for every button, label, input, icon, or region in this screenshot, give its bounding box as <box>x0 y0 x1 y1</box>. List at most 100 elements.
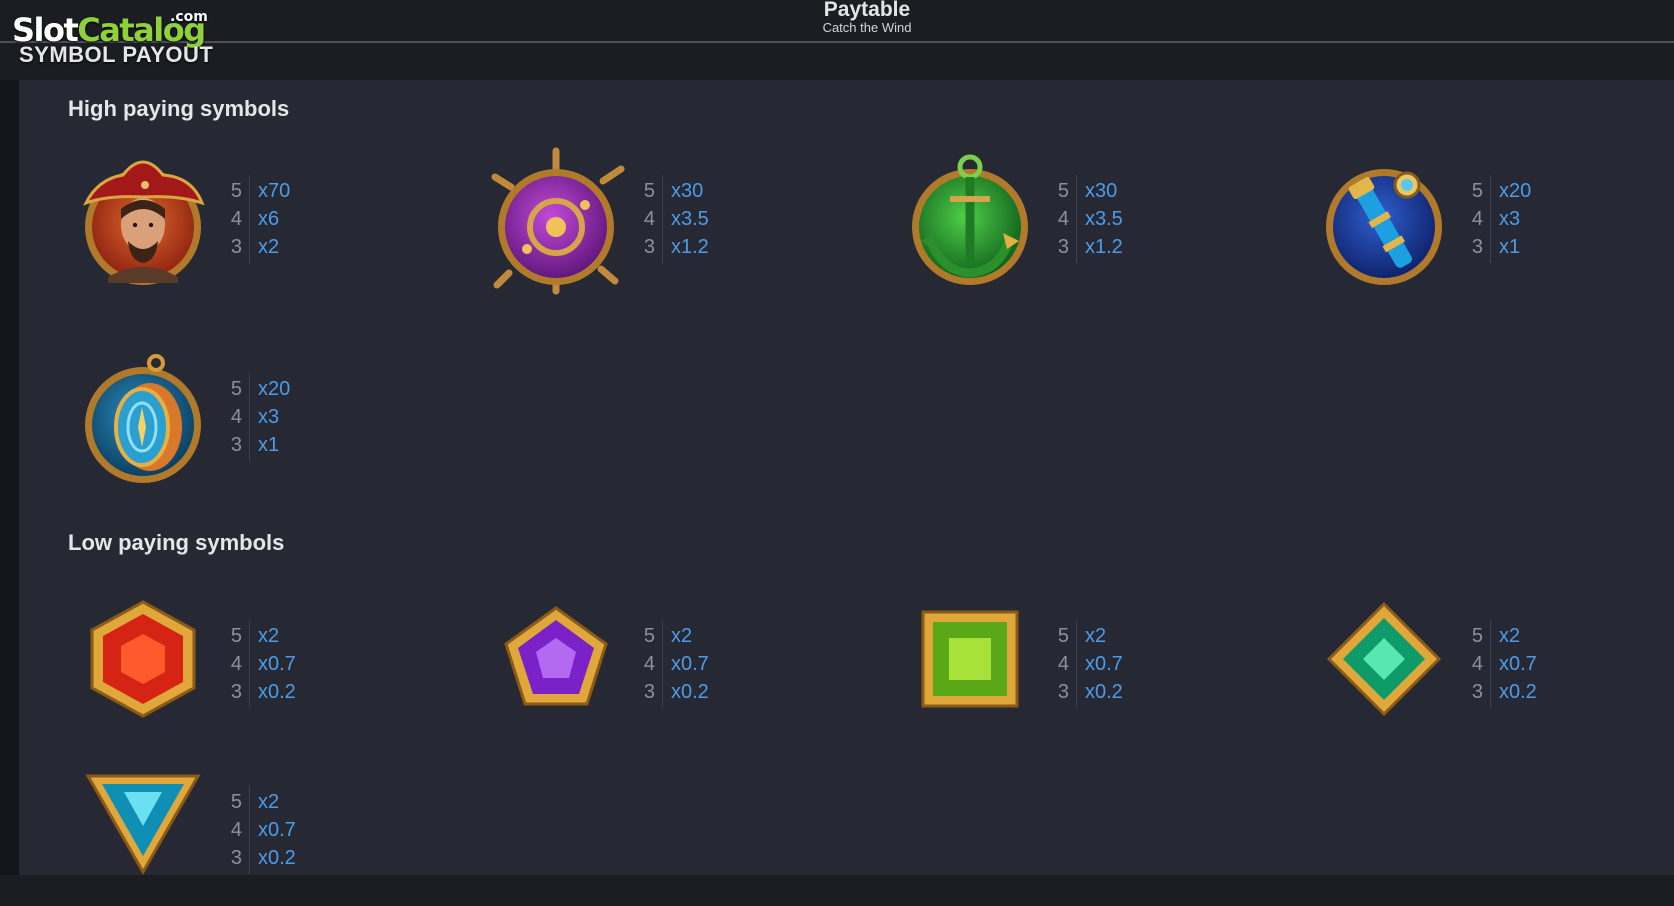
top-bar: SlotCatalog .com Paytable Catch the Wind <box>0 0 1674 46</box>
symbol-count: 4 <box>1057 653 1069 675</box>
payout-multiplier: x1.2 <box>671 236 709 258</box>
low-symbol-2: 5 x2 4 x0.7 3 x0.2 <box>481 590 881 740</box>
payout-multiplier: x0.7 <box>258 819 296 841</box>
symbol-count: 4 <box>1471 653 1483 675</box>
symbol-count: 3 <box>643 236 655 258</box>
high-symbol-5: 5 x20 4 x3 3 x1 <box>68 343 468 493</box>
divider <box>1490 676 1491 708</box>
payout-multiplier: x0.2 <box>671 681 709 703</box>
low-symbol-4: 5 x2 4 x0.7 3 x0.2 <box>1309 590 1674 740</box>
divider <box>662 676 663 708</box>
game-name: Catch the Wind <box>822 20 912 35</box>
high-symbol-4: 5 x20 4 x3 3 x1 <box>1309 145 1674 295</box>
symbol-count: 4 <box>230 653 242 675</box>
payout-multiplier: x70 <box>258 180 291 202</box>
payout-multiplier: x2 <box>1499 625 1521 647</box>
payout-multiplier: x30 <box>671 180 704 202</box>
payout-table: 5 x30 4 x3.5 3 x1.2 <box>631 175 831 267</box>
symbol-count: 5 <box>230 180 242 202</box>
low-symbol-1: 5 x2 4 x0.7 3 x0.2 <box>68 590 468 740</box>
symbol-count: 5 <box>1057 180 1069 202</box>
pirate-captain-icon <box>68 145 218 295</box>
symbol-count: 5 <box>1471 180 1483 202</box>
low-symbol-3: 5 x2 4 x0.7 3 x0.2 <box>895 590 1295 740</box>
symbol-count: 4 <box>643 208 655 230</box>
payout-table: 5 x2 4 x0.7 3 x0.2 <box>218 620 418 712</box>
high-paying-heading: High paying symbols <box>68 96 290 121</box>
symbol-count: 4 <box>1471 208 1483 230</box>
divider <box>249 676 250 708</box>
payout-multiplier: x1 <box>1499 236 1521 258</box>
symbol-count: 5 <box>230 625 242 647</box>
green-square-gem-icon <box>895 590 1045 740</box>
payout-multiplier: x0.2 <box>258 681 296 703</box>
payout-table: 5 x20 4 x3 3 x1 <box>1459 175 1659 267</box>
symbol-count: 3 <box>230 847 242 869</box>
low-symbol-5: 5 x2 4 x0.7 3 x0.2 <box>68 756 468 906</box>
payout-multiplier: x2 <box>258 625 280 647</box>
divider <box>249 842 250 874</box>
payout-multiplier: x2 <box>258 791 280 813</box>
low-paying-heading: Low paying symbols <box>68 530 285 555</box>
payout-multiplier: x30 <box>1085 180 1118 202</box>
symbol-count: 4 <box>230 208 242 230</box>
symbol-count: 4 <box>230 819 242 841</box>
symbol-count: 3 <box>230 236 242 258</box>
symbol-count: 4 <box>230 406 242 428</box>
payout-table: 5 x2 4 x0.7 3 x0.2 <box>1459 620 1659 712</box>
payout-multiplier: x0.7 <box>671 653 709 675</box>
payout-multiplier: x3 <box>258 406 280 428</box>
payout-multiplier: x0.7 <box>258 653 296 675</box>
payout-multiplier: x0.7 <box>1499 653 1537 675</box>
red-hexagon-gem-icon <box>68 590 218 740</box>
symbol-count: 4 <box>643 653 655 675</box>
purple-pentagon-gem-icon <box>481 590 631 740</box>
payout-multiplier: x3.5 <box>1085 208 1123 230</box>
divider <box>1076 231 1077 263</box>
divider <box>1490 231 1491 263</box>
divider <box>249 231 250 263</box>
payout-table: 5 x30 4 x3.5 3 x1.2 <box>1045 175 1245 267</box>
high-symbol-1: 5 x70 4 x6 3 x2 <box>68 145 468 295</box>
divider <box>1076 676 1077 708</box>
high-symbol-3: 5 x30 4 x3.5 3 x1.2 <box>895 145 1295 295</box>
symbol-count: 4 <box>1057 208 1069 230</box>
payout-multiplier: x20 <box>258 378 291 400</box>
payout-table: 5 x70 4 x6 3 x2 <box>218 175 418 267</box>
symbol-count: 5 <box>230 791 242 813</box>
symbol-count: 3 <box>643 681 655 703</box>
ship-wheel-icon <box>481 145 631 295</box>
payout-table: 5 x2 4 x0.7 3 x0.2 <box>631 620 831 712</box>
payout-multiplier: x3 <box>1499 208 1521 230</box>
symbol-count: 3 <box>230 434 242 456</box>
payout-multiplier: x2 <box>1085 625 1107 647</box>
payout-multiplier: x0.2 <box>1499 681 1537 703</box>
compass-icon <box>68 343 218 493</box>
payout-table: 5 x20 4 x3 3 x1 <box>218 373 418 465</box>
payout-multiplier: x2 <box>671 625 693 647</box>
payout-table: 5 x2 4 x0.7 3 x0.2 <box>218 786 418 878</box>
page-title: Paytable <box>823 0 911 21</box>
payout-multiplier: x0.2 <box>258 847 296 869</box>
section-title: SYMBOL PAYOUT <box>19 42 214 67</box>
blue-triangle-gem-icon <box>68 756 218 906</box>
high-symbol-2: 5 x30 4 x3.5 3 x1.2 <box>481 145 881 295</box>
payout-multiplier: x20 <box>1499 180 1532 202</box>
symbol-count: 3 <box>1471 681 1483 703</box>
payout-multiplier: x0.7 <box>1085 653 1123 675</box>
payout-table: 5 x2 4 x0.7 3 x0.2 <box>1045 620 1245 712</box>
payout-multiplier: x1 <box>258 434 280 456</box>
symbol-count: 5 <box>643 625 655 647</box>
divider <box>249 429 250 461</box>
spyglass-icon <box>1309 145 1459 295</box>
payout-multiplier: x2 <box>258 236 280 258</box>
payout-multiplier: x1.2 <box>1085 236 1123 258</box>
anchor-icon <box>895 145 1045 295</box>
symbol-count: 3 <box>1057 681 1069 703</box>
symbol-count: 3 <box>1471 236 1483 258</box>
symbol-count: 3 <box>230 681 242 703</box>
teal-diamond-gem-icon <box>1309 590 1459 740</box>
symbol-count: 5 <box>230 378 242 400</box>
divider <box>662 231 663 263</box>
symbol-count: 5 <box>1471 625 1483 647</box>
